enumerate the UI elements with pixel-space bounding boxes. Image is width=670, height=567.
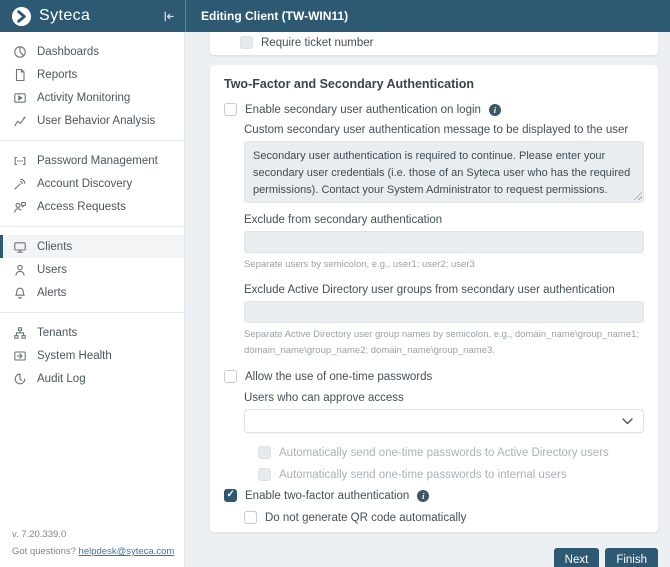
info-icon[interactable]: i	[489, 104, 501, 116]
account-discovery-icon	[13, 177, 27, 191]
require-ticket-checkbox	[240, 36, 253, 49]
page-title: Editing Client (TW-WIN11)	[201, 9, 348, 23]
enable-secondary-auth-checkbox[interactable]	[224, 103, 237, 116]
sidebar-divider	[0, 312, 184, 313]
auto-send-internal-label: Automatically send one-time passwords to…	[279, 469, 567, 481]
access-requests-icon	[13, 200, 27, 214]
tenants-icon	[13, 326, 27, 340]
next-button[interactable]: Next	[554, 548, 600, 567]
brand-name: Syteca	[39, 7, 90, 25]
reports-icon	[13, 68, 27, 82]
sidebar-item-dashboards[interactable]: Dashboards	[0, 40, 184, 63]
sidebar-item-account-discovery[interactable]: Account Discovery	[0, 172, 184, 195]
approvers-select[interactable]	[244, 409, 644, 433]
auto-send-ad-label: Automatically send one-time passwords to…	[279, 447, 609, 459]
enable-2fa-checkbox[interactable]	[224, 489, 237, 502]
finish-button[interactable]: Finish	[605, 548, 658, 567]
exclude-ad-groups-input	[244, 301, 644, 323]
exclude-secondary-hint: Separate users by semicolon, e.g., user1…	[244, 257, 644, 273]
sidebar-item-tenants[interactable]: Tenants	[0, 321, 184, 344]
main-content: Require ticket number Two-Factor and Sec…	[185, 32, 670, 567]
got-questions-label: Got questions?	[12, 546, 76, 557]
no-qr-checkbox[interactable]	[244, 511, 257, 524]
sidebar-item-activity-monitoring[interactable]: Activity Monitoring	[0, 86, 184, 109]
clients-icon	[13, 240, 27, 254]
auto-send-internal-checkbox	[258, 468, 271, 481]
password-management-icon	[13, 154, 27, 168]
enable-2fa-label: Enable two-factor authentication	[245, 490, 409, 502]
approvers-label: Users who can approve access	[244, 392, 644, 404]
enable-secondary-auth-label: Enable secondary user authentication on …	[245, 104, 481, 116]
exclude-ad-groups-label: Exclude Active Directory user groups fro…	[244, 284, 644, 296]
sidebar-item-alerts[interactable]: Alerts	[0, 281, 184, 304]
sidebar-item-system-health[interactable]: System Health	[0, 344, 184, 367]
exclude-secondary-label: Exclude from secondary authentication	[244, 214, 644, 226]
helpdesk-email-link[interactable]: helpdesk@syteca.com	[79, 546, 175, 557]
info-icon[interactable]: i	[417, 490, 429, 502]
collapse-sidebar-icon[interactable]	[162, 10, 175, 23]
require-ticket-label: Require ticket number	[261, 37, 374, 49]
sidebar-header: Syteca	[0, 0, 185, 32]
sidebar: Dashboards Reports Activity Monitoring U…	[0, 32, 185, 567]
section-title: Two-Factor and Secondary Authentication	[224, 77, 644, 91]
twofactor-card: Two-Factor and Secondary Authentication …	[210, 65, 658, 532]
users-icon	[13, 263, 27, 277]
user-behavior-icon	[13, 114, 27, 128]
auto-send-ad-checkbox	[258, 446, 271, 459]
dashboards-icon	[13, 45, 27, 59]
sidebar-item-clients[interactable]: Clients	[0, 235, 184, 258]
sidebar-item-password-management[interactable]: Password Management	[0, 149, 184, 172]
activity-monitoring-icon	[13, 91, 27, 105]
exclude-secondary-input	[244, 231, 644, 253]
allow-otp-label: Allow the use of one-time passwords	[245, 371, 432, 383]
alerts-icon	[13, 286, 27, 300]
chevron-down-icon	[622, 418, 633, 425]
page-header: Editing Client (TW-WIN11)	[185, 0, 670, 32]
sidebar-divider	[0, 140, 184, 141]
sidebar-item-user-behavior[interactable]: User Behavior Analysis	[0, 109, 184, 132]
allow-otp-checkbox[interactable]	[224, 370, 237, 383]
sidebar-item-users[interactable]: Users	[0, 258, 184, 281]
custom-message-textarea: Secondary user authentication is require…	[244, 141, 644, 203]
app-version: v. 7.20.339.0	[12, 526, 176, 543]
sidebar-item-reports[interactable]: Reports	[0, 63, 184, 86]
syteca-logo-icon	[11, 6, 32, 27]
custom-message-label: Custom secondary user authentication mes…	[244, 124, 644, 136]
sidebar-item-audit-log[interactable]: Audit Log	[0, 367, 184, 390]
exclude-ad-groups-hint: Separate Active Directory user group nam…	[244, 327, 644, 359]
sidebar-item-access-requests[interactable]: Access Requests	[0, 195, 184, 218]
audit-log-icon	[13, 372, 27, 386]
system-health-icon	[13, 349, 27, 363]
ticket-card: Require ticket number	[210, 32, 658, 55]
no-qr-label: Do not generate QR code automatically	[265, 512, 466, 524]
sidebar-divider	[0, 226, 184, 227]
